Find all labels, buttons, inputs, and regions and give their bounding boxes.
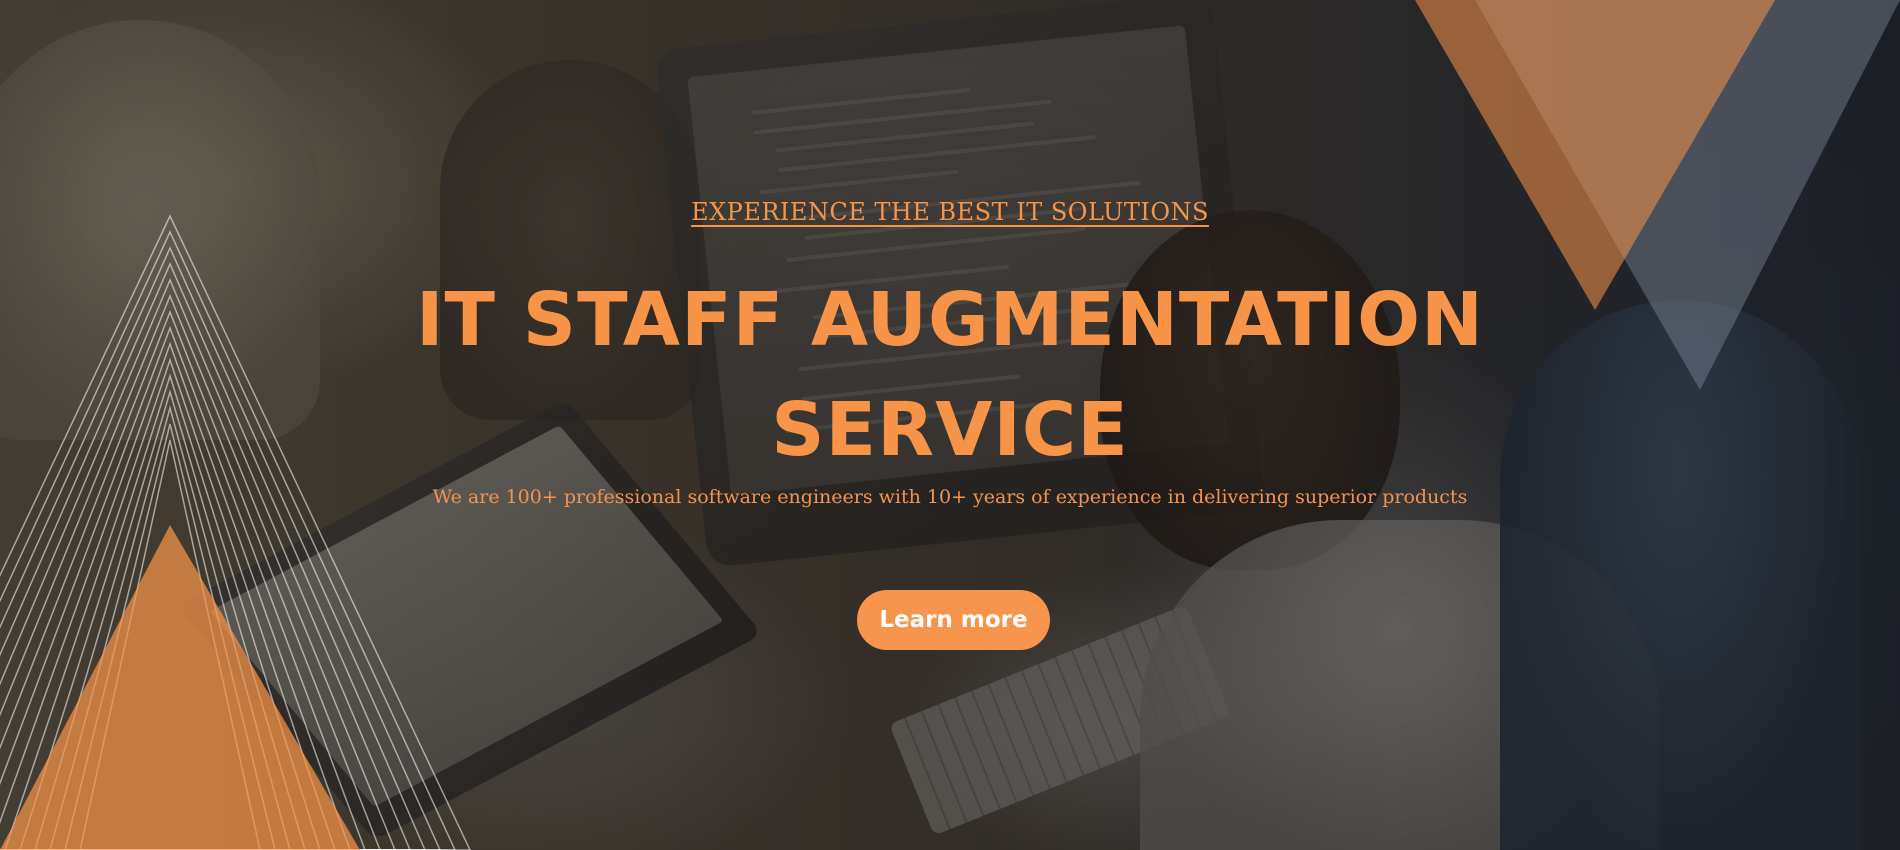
hero-subtitle: We are 100+ professional software engine… <box>432 486 1468 508</box>
hero-eyebrow-link[interactable]: EXPERIENCE THE BEST IT SOLUTIONS <box>0 198 1900 226</box>
hero-title-line2: SERVICE <box>771 387 1129 473</box>
hero-title: IT STAFF AUGMENTATION SERVICE <box>0 265 1900 485</box>
hero-content: EXPERIENCE THE BEST IT SOLUTIONS IT STAF… <box>0 0 1900 850</box>
hero-section: EXPERIENCE THE BEST IT SOLUTIONS IT STAF… <box>0 0 1900 850</box>
hero-title-line1: IT STAFF AUGMENTATION <box>416 277 1484 363</box>
learn-more-button[interactable]: Learn more <box>857 590 1050 650</box>
